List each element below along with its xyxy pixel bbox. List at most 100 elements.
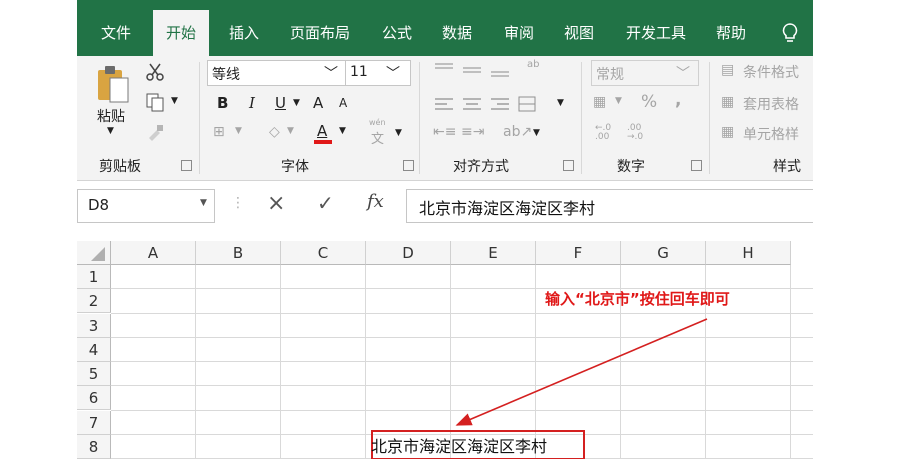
font-name-combo[interactable]: 等线 ﹀	[207, 60, 347, 86]
column-header[interactable]: F	[536, 241, 621, 265]
enter-icon[interactable]: ✓	[317, 191, 334, 215]
increase-decimal-button[interactable]: ←.0 .00	[595, 124, 617, 142]
tab-page-layout[interactable]: 页面布局	[279, 0, 361, 56]
indent-increase-icon[interactable]: ≡⇥	[461, 124, 484, 140]
comma-button[interactable]: ,	[675, 90, 681, 110]
orientation-dropdown-icon[interactable]: ▼	[533, 128, 540, 138]
tab-formulas[interactable]: 公式	[371, 0, 423, 56]
column-header[interactable]: C	[281, 241, 366, 265]
column-header[interactable]: G	[621, 241, 706, 265]
row-header[interactable]: 8	[77, 434, 111, 459]
merge-dropdown-icon[interactable]: ▼	[557, 98, 564, 108]
tab-home[interactable]: 开始	[153, 10, 209, 56]
formula-input[interactable]: 北京市海淀区海淀区李村	[406, 189, 813, 223]
number-launcher-icon[interactable]	[691, 160, 702, 171]
paste-label[interactable]: 粘贴	[97, 106, 125, 126]
font-color-dropdown-icon[interactable]: ▼	[339, 126, 346, 136]
cell-d8[interactable]: 北京市海淀区海淀区李村	[371, 433, 547, 457]
conditional-format-button[interactable]: 条件格式	[743, 62, 799, 82]
vertical-align-icons[interactable]	[433, 60, 523, 80]
copy-icon[interactable]	[145, 92, 165, 112]
accounting-dropdown-icon[interactable]: ▼	[615, 96, 622, 106]
font-size-combo[interactable]: 11 ﹀	[345, 60, 411, 86]
number-format-combo[interactable]: 常规 ﹀	[591, 60, 699, 86]
select-all-corner[interactable]	[77, 241, 111, 265]
font-color-button[interactable]: A	[317, 122, 327, 140]
ribbon-tab-bar: 文件 开始 插入 页面布局 公式 数据 审阅 视图 开发工具 帮助	[77, 0, 813, 56]
horizontal-align-icons[interactable]	[433, 94, 553, 114]
ribbon-home: 粘贴 ▼ ▼ 剪贴板 等线 ﹀ 11 ﹀ B I U ▼ A A ⊞ ▼ ◇ ▼…	[77, 56, 813, 181]
increase-font-button[interactable]: A	[313, 94, 323, 112]
fill-dropdown-icon[interactable]: ▼	[287, 126, 294, 136]
fill-color-icon[interactable]: ◇	[269, 124, 280, 140]
font-launcher-icon[interactable]	[403, 160, 414, 171]
font-group-label: 字体	[281, 159, 309, 175]
row-header[interactable]: 6	[77, 386, 111, 411]
orientation-icon[interactable]: ab↗	[503, 124, 532, 140]
decrease-font-button[interactable]: A	[339, 96, 347, 110]
cancel-icon[interactable]: ×	[267, 191, 285, 216]
copy-dropdown-icon[interactable]: ▼	[171, 96, 178, 106]
column-header[interactable]: E	[451, 241, 536, 265]
percent-button[interactable]: %	[641, 92, 657, 112]
row-header[interactable]: 7	[77, 410, 111, 435]
row-header[interactable]: 3	[77, 313, 111, 338]
name-box-value: D8	[88, 196, 110, 214]
chevron-down-icon[interactable]: ﹀	[676, 63, 690, 83]
underline-dropdown-icon[interactable]: ▼	[293, 98, 300, 108]
chevron-down-icon[interactable]: ﹀	[386, 63, 400, 83]
row-header[interactable]: 2	[77, 289, 111, 314]
tab-developer[interactable]: 开发工具	[613, 0, 699, 56]
grid-row-line	[111, 385, 813, 387]
tab-data[interactable]: 数据	[431, 0, 483, 56]
worksheet-grid[interactable]: ABCDEFGH 12345678 输入“北京市”按住回车即可 北京市海淀区海淀…	[77, 237, 813, 459]
name-box[interactable]: D8 ▼	[77, 189, 215, 223]
paste-dropdown-icon[interactable]: ▼	[107, 126, 114, 136]
alignment-launcher-icon[interactable]	[563, 160, 574, 171]
excel-window: 文件 开始 插入 页面布局 公式 数据 审阅 视图 开发工具 帮助 粘贴 ▼ ▼…	[77, 0, 813, 459]
column-header[interactable]: D	[366, 241, 451, 265]
format-as-table-button[interactable]: 套用表格	[743, 94, 799, 114]
annotation-arrow	[455, 318, 708, 426]
paste-icon[interactable]	[95, 64, 131, 104]
font-color-bar	[314, 140, 332, 144]
cut-icon[interactable]	[145, 62, 165, 82]
cell-styles-icon[interactable]: ▦	[721, 124, 734, 140]
tab-review[interactable]: 审阅	[491, 0, 547, 56]
row-header[interactable]: 1	[77, 265, 111, 289]
column-header[interactable]: H	[706, 241, 791, 265]
phonetic-button[interactable]: 文	[371, 128, 384, 147]
insert-function-icon[interactable]: fx	[367, 191, 384, 212]
indent-decrease-icon[interactable]: ⇤≡	[433, 124, 456, 140]
lightbulb-icon[interactable]	[779, 22, 801, 44]
cell-styles-button[interactable]: 单元格样	[743, 124, 799, 144]
grid-row-line	[111, 336, 813, 338]
column-header[interactable]: B	[196, 241, 281, 265]
tab-view[interactable]: 视图	[553, 0, 605, 56]
tab-help[interactable]: 帮助	[705, 0, 757, 56]
row-header[interactable]: 4	[77, 337, 111, 362]
underline-button[interactable]: U	[275, 94, 286, 112]
tab-insert[interactable]: 插入	[217, 0, 271, 56]
format-painter-icon[interactable]	[145, 122, 165, 142]
name-box-dropdown-icon[interactable]: ▼	[200, 198, 207, 208]
grid-row-line	[111, 361, 813, 362]
italic-button[interactable]: I	[249, 94, 255, 112]
font-size-value: 11	[350, 64, 368, 80]
column-header[interactable]: A	[111, 241, 196, 265]
border-dropdown-icon[interactable]: ▼	[235, 126, 242, 136]
clipboard-launcher-icon[interactable]	[181, 160, 192, 171]
border-icon[interactable]: ⊞	[213, 124, 225, 140]
accounting-format-icon[interactable]: ▦	[593, 94, 606, 110]
decrease-decimal-button[interactable]: .00 →.0	[627, 124, 649, 142]
phonetic-dropdown-icon[interactable]: ▼	[395, 128, 402, 138]
styles-group-label: 样式	[773, 159, 801, 175]
table-format-icon[interactable]: ▦	[721, 94, 734, 110]
bold-button[interactable]: B	[217, 94, 228, 112]
row-header[interactable]: 5	[77, 362, 111, 386]
wrap-text-icon[interactable]: ab	[527, 60, 539, 70]
group-separator	[581, 62, 582, 174]
conditional-format-icon[interactable]: ▤	[721, 62, 734, 78]
tab-file[interactable]: 文件	[87, 0, 145, 56]
chevron-down-icon[interactable]: ﹀	[324, 63, 338, 83]
